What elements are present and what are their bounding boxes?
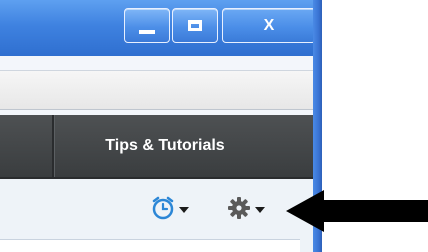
maximize-icon — [188, 20, 202, 31]
alarm-menu-button[interactable] — [150, 193, 189, 223]
minimize-button[interactable] — [124, 8, 170, 43]
maximize-button[interactable] — [172, 8, 218, 43]
settings-menu-button[interactable] — [226, 193, 265, 223]
minimize-icon — [139, 29, 155, 34]
content-panel — [0, 239, 300, 252]
chevron-down-icon — [179, 207, 189, 213]
close-button[interactable]: X — [222, 8, 316, 43]
address-bar[interactable] — [0, 70, 313, 110]
gear-icon — [228, 197, 250, 219]
pointer-arrow-icon — [286, 190, 428, 232]
nav-tab-tips-tutorials[interactable]: Tips & Tutorials — [70, 115, 260, 177]
browser-window: X Tips & Tutorials — [0, 0, 322, 252]
nav-tab-label: Tips & Tutorials — [105, 137, 225, 154]
nav-divider — [52, 115, 54, 177]
alarm-clock-icon — [152, 196, 174, 220]
close-icon: X — [263, 16, 275, 34]
chevron-down-icon — [255, 207, 265, 213]
